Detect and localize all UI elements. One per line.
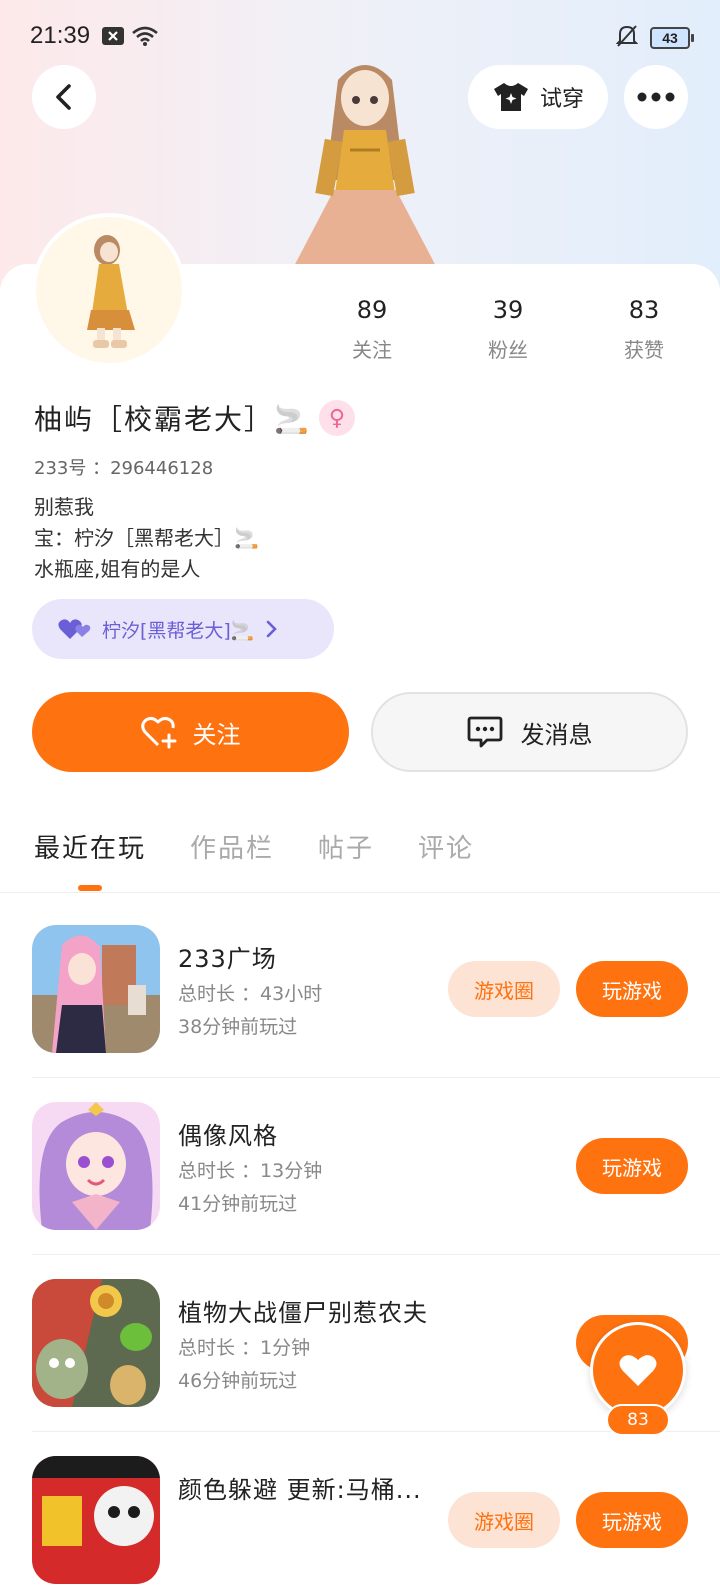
game-duration: 总时长 ：43小时 bbox=[178, 983, 323, 1005]
status-right: 43 bbox=[615, 24, 694, 52]
more-dots-icon bbox=[637, 92, 675, 102]
wifi-icon bbox=[132, 26, 158, 50]
send-message-label: 发消息 bbox=[520, 720, 593, 749]
bio-line: 宝：柠汐［黑帮老大］🚬 bbox=[34, 526, 259, 550]
row-divider bbox=[32, 1254, 720, 1255]
try-on-label: 试穿 bbox=[539, 87, 584, 112]
chat-bubble-icon bbox=[467, 716, 502, 748]
tabs-divider bbox=[0, 892, 720, 893]
game-duration: 总时长 ：13分钟 bbox=[178, 1160, 323, 1182]
tshirt-icon bbox=[493, 83, 528, 111]
relationship-label: 柠汐[黑帮老大]🚬 bbox=[102, 619, 255, 642]
stat-likes[interactable]: 83 获赞 bbox=[584, 296, 704, 363]
status-icons-left bbox=[102, 26, 158, 50]
back-button[interactable] bbox=[32, 65, 96, 129]
avatar-character-image bbox=[280, 50, 450, 270]
try-on-button[interactable]: 试穿 bbox=[468, 65, 608, 129]
avatar[interactable] bbox=[32, 213, 186, 367]
notification-close-icon bbox=[102, 27, 124, 49]
stat-number: 89 bbox=[356, 296, 388, 324]
game-last-played: 38分钟前玩过 bbox=[178, 1016, 298, 1038]
game-title: 233广场 bbox=[178, 945, 277, 973]
active-tab-indicator bbox=[78, 885, 102, 891]
profile-name: 柚屿［校霸老大］🚬 bbox=[34, 403, 311, 436]
game-title: 偶像风格 bbox=[178, 1122, 278, 1150]
battery-level: 43 bbox=[662, 30, 678, 46]
game-last-played: 41分钟前玩过 bbox=[178, 1193, 298, 1215]
game-title: 植物大战僵尸别惹农夫 bbox=[178, 1299, 428, 1327]
stat-followers[interactable]: 39 粉丝 bbox=[448, 296, 568, 363]
female-gender-icon: ♀ bbox=[318, 400, 355, 436]
bio-line: 别惹我 bbox=[34, 495, 94, 519]
status-time: 21:39 bbox=[30, 22, 91, 49]
tab-posts[interactable]: 帖子 bbox=[318, 828, 374, 865]
game-icon-image bbox=[32, 1102, 160, 1230]
stat-label: 获赞 bbox=[624, 338, 664, 362]
stat-number: 83 bbox=[628, 296, 660, 324]
game-list-item[interactable]: 偶像风格 总时长 ：13分钟 41分钟前玩过 玩游戏 bbox=[32, 1102, 688, 1232]
send-message-button[interactable]: 发消息 bbox=[371, 692, 688, 772]
avatar-figure-image bbox=[87, 235, 135, 348]
play-game-button[interactable]: 玩游戏 bbox=[576, 961, 688, 1017]
bio-line: 水瓶座,姐有的是人 bbox=[34, 557, 201, 581]
tab-works[interactable]: 作品栏 bbox=[190, 828, 274, 865]
tab-comments[interactable]: 评论 bbox=[418, 828, 474, 865]
chevron-left-icon bbox=[56, 84, 71, 110]
game-circle-button[interactable]: 游戏圈 bbox=[448, 1492, 560, 1548]
chevron-right-icon bbox=[267, 620, 278, 638]
game-duration: 总时长 ：1分钟 bbox=[178, 1337, 311, 1359]
game-circle-button[interactable]: 游戏圈 bbox=[448, 961, 560, 1017]
game-list-item[interactable]: 植物大战僵尸别惹农夫 总时长 ：1分钟 46分钟前玩过 bbox=[32, 1279, 688, 1409]
row-divider bbox=[32, 1077, 720, 1078]
play-game-button[interactable]: 玩游戏 bbox=[576, 1138, 688, 1194]
play-game-button[interactable]: 玩游戏 bbox=[576, 1492, 688, 1548]
follow-button[interactable]: 关注 bbox=[32, 692, 349, 772]
follow-label: 关注 bbox=[192, 720, 241, 749]
game-list-item[interactable]: 颜色躲避 更新:马桶... 游戏圈 玩游戏 bbox=[32, 1456, 688, 1586]
game-list-item[interactable]: 233广场 总时长 ：43小时 38分钟前玩过 游戏圈 玩游戏 bbox=[32, 925, 688, 1055]
profile-bio: 别惹我 宝：柠汐［黑帮老大］🚬 水瓶座,姐有的是人 bbox=[34, 492, 259, 585]
relationship-badge[interactable]: 柠汐[黑帮老大]🚬 bbox=[32, 599, 334, 659]
game-icon-image bbox=[32, 1456, 160, 1584]
game-title: 颜色躲避 更新:马桶... bbox=[178, 1476, 422, 1504]
game-icon-image bbox=[32, 1279, 160, 1407]
stat-number: 39 bbox=[492, 296, 524, 324]
heart-icon bbox=[619, 1355, 657, 1386]
stat-following[interactable]: 89 关注 bbox=[312, 296, 432, 363]
stat-label: 粉丝 bbox=[488, 338, 528, 362]
stat-label: 关注 bbox=[352, 338, 392, 362]
bell-muted-icon bbox=[615, 24, 639, 52]
game-icon-image bbox=[32, 925, 160, 1053]
like-count-badge: 83 bbox=[606, 1404, 670, 1436]
more-button[interactable] bbox=[624, 65, 688, 129]
battery-icon: 43 bbox=[650, 27, 694, 49]
name-row: 柚屿［校霸老大］🚬 ♀ bbox=[34, 398, 355, 438]
user-id: 233号 ：296446128 bbox=[34, 458, 214, 479]
heart-plus-icon bbox=[140, 716, 176, 749]
double-heart-icon bbox=[58, 619, 91, 639]
tab-recently-played[interactable]: 最近在玩 bbox=[34, 828, 146, 865]
game-last-played: 46分钟前玩过 bbox=[178, 1370, 298, 1392]
profile-tabs: 最近在玩 作品栏 帖子 评论 bbox=[34, 828, 474, 865]
